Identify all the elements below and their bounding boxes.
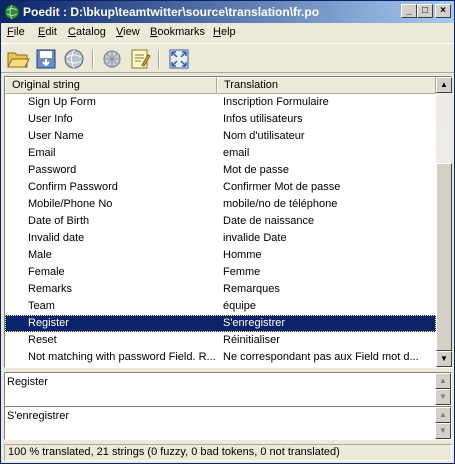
original-string-cell: Date of Birth bbox=[28, 215, 90, 227]
menu-help[interactable]: Help bbox=[213, 26, 236, 38]
menu-bookmarks[interactable]: Bookmarks bbox=[150, 26, 205, 38]
list-row[interactable]: Reset Réinitialiser bbox=[5, 332, 436, 349]
original-string-cell: User Info bbox=[28, 113, 73, 125]
original-string-cell: Female bbox=[28, 266, 65, 278]
scroll-up-arrow-icon[interactable]: ▲ bbox=[436, 77, 452, 93]
original-string-cell: Team bbox=[28, 300, 55, 312]
translation-cell: Infos utilisateurs bbox=[223, 113, 303, 125]
close-button[interactable]: × bbox=[435, 4, 451, 18]
list-row[interactable]: Remarks Remarques bbox=[5, 281, 436, 298]
translation-text[interactable]: S'enregistrer bbox=[7, 410, 69, 422]
scroll-down-arrow-icon[interactable]: ▼ bbox=[436, 351, 452, 367]
menu-view[interactable]: View bbox=[116, 26, 140, 38]
translation-cell: invalide Date bbox=[223, 232, 287, 244]
list-scrollbar[interactable]: ▲ ▼ bbox=[436, 77, 452, 367]
original-string-cell: Invalid date bbox=[28, 232, 85, 244]
original-string-cell: Email bbox=[28, 147, 56, 159]
list-row[interactable]: Register S'enregistrer bbox=[5, 315, 436, 332]
source-text-box: Register ▲ ▼ bbox=[4, 372, 452, 406]
list-row[interactable]: Not matching with password Field. R... Ne… bbox=[5, 349, 436, 366]
list-row[interactable]: Male Homme bbox=[5, 247, 436, 264]
source-text-scrollbar[interactable]: ▲ ▼ bbox=[435, 373, 451, 405]
menu-bar: File Edit Catalog View Bookmarks Help bbox=[1, 23, 454, 42]
original-string-cell: Confirm Password bbox=[28, 181, 118, 193]
original-string-cell: Male bbox=[28, 249, 52, 261]
comment-icon[interactable] bbox=[128, 47, 152, 71]
maximize-button[interactable]: □ bbox=[417, 4, 433, 18]
translation-cell: Réinitialiser bbox=[223, 334, 280, 346]
menu-edit[interactable]: Edit bbox=[38, 26, 57, 38]
scroll-up-arrow-icon[interactable]: ▲ bbox=[435, 407, 451, 423]
translation-cell: S'enregistrer bbox=[223, 317, 286, 329]
translation-cell: Inscription Formulaire bbox=[223, 96, 329, 108]
list-row[interactable]: Invalid date invalide Date bbox=[5, 230, 436, 247]
translation-cell: Nom d'utilisateur bbox=[223, 130, 305, 142]
scroll-down-arrow-icon[interactable]: ▼ bbox=[435, 389, 451, 405]
open-folder-icon[interactable] bbox=[6, 47, 30, 71]
source-text: Register bbox=[7, 376, 48, 388]
list-row[interactable]: User Info Infos utilisateurs bbox=[5, 111, 436, 128]
translation-cell: Confirmer Mot de passe bbox=[223, 181, 341, 193]
list-rows: Sign Up Form Inscription Formulaire User I… bbox=[5, 94, 436, 368]
translation-cell: Homme bbox=[223, 249, 262, 261]
window-title: Poedit : D:\bkup\teamtwitter\source\tran… bbox=[23, 5, 320, 19]
scroll-up-arrow-icon[interactable]: ▲ bbox=[435, 373, 451, 389]
translation-cell: email bbox=[223, 147, 250, 159]
update-catalog-icon[interactable] bbox=[62, 47, 86, 71]
minimize-button[interactable]: _ bbox=[401, 4, 417, 18]
original-string-cell: Reset bbox=[28, 334, 57, 346]
original-string-cell: Password bbox=[28, 164, 77, 176]
toolbar-separator bbox=[92, 49, 94, 69]
toolbar-separator bbox=[158, 49, 160, 69]
menu-catalog[interactable]: Catalog bbox=[68, 26, 106, 38]
strings-list[interactable]: Original string Translation Sign Up Form… bbox=[4, 76, 452, 368]
column-header-original[interactable]: Original string bbox=[5, 77, 217, 94]
translation-text-scrollbar[interactable]: ▲ ▼ bbox=[435, 407, 451, 439]
list-row[interactable]: Email email bbox=[5, 145, 436, 162]
original-string-cell: Sign Up Form bbox=[28, 96, 96, 108]
poedit-window: Poedit : D:\bkup\teamtwitter\source\tran… bbox=[0, 0, 455, 464]
list-row[interactable]: Mobile/Phone No mobile/no de téléphone bbox=[5, 196, 436, 213]
translation-text-box[interactable]: S'enregistrer ▲ ▼ bbox=[4, 406, 452, 440]
original-string-cell: Not matching with password Field. R... bbox=[28, 351, 216, 363]
original-string-cell: Remarks bbox=[28, 283, 73, 295]
scroll-down-arrow-icon[interactable]: ▼ bbox=[435, 423, 451, 439]
poedit-globe-icon bbox=[4, 4, 20, 20]
list-row[interactable]: Team équipe bbox=[5, 298, 436, 315]
translation-cell: Remarques bbox=[223, 283, 280, 295]
original-string-cell: Register bbox=[28, 317, 69, 329]
status-bar: 100 % translated, 21 strings (0 fuzzy, 0… bbox=[4, 444, 452, 461]
list-header: Original string Translation bbox=[5, 77, 436, 94]
title-bar[interactable]: Poedit : D:\bkup\teamtwitter\source\tran… bbox=[1, 1, 454, 23]
translation-cell: Mot de passe bbox=[223, 164, 290, 176]
list-row[interactable]: Date of Birth Date de naissance bbox=[5, 213, 436, 230]
save-icon[interactable] bbox=[34, 47, 58, 71]
fullscreen-icon[interactable] bbox=[167, 47, 191, 71]
original-string-cell: User Name bbox=[28, 130, 84, 142]
list-row[interactable]: Password Mot de passe bbox=[5, 162, 436, 179]
translation-cell: Ne correspondant pas aux Field mot d... bbox=[223, 351, 419, 363]
list-row[interactable]: Confirm Password Confirmer Mot de passe bbox=[5, 179, 436, 196]
translation-cell: Femme bbox=[223, 266, 261, 278]
validate-icon[interactable] bbox=[100, 47, 124, 71]
translation-cell: Date de naissance bbox=[223, 215, 315, 227]
original-string-cell: Mobile/Phone No bbox=[28, 198, 113, 210]
list-row[interactable]: User Name Nom d'utilisateur bbox=[5, 128, 436, 145]
toolbar bbox=[1, 43, 454, 73]
menu-file[interactable]: File bbox=[7, 26, 25, 38]
translation-cell: mobile/no de téléphone bbox=[223, 198, 338, 210]
column-header-translation[interactable]: Translation bbox=[217, 77, 436, 94]
list-row[interactable]: Sign Up Form Inscription Formulaire bbox=[5, 94, 436, 111]
scrollbar-thumb[interactable] bbox=[436, 163, 452, 351]
list-row[interactable]: Female Femme bbox=[5, 264, 436, 281]
translation-cell: équipe bbox=[223, 300, 257, 312]
